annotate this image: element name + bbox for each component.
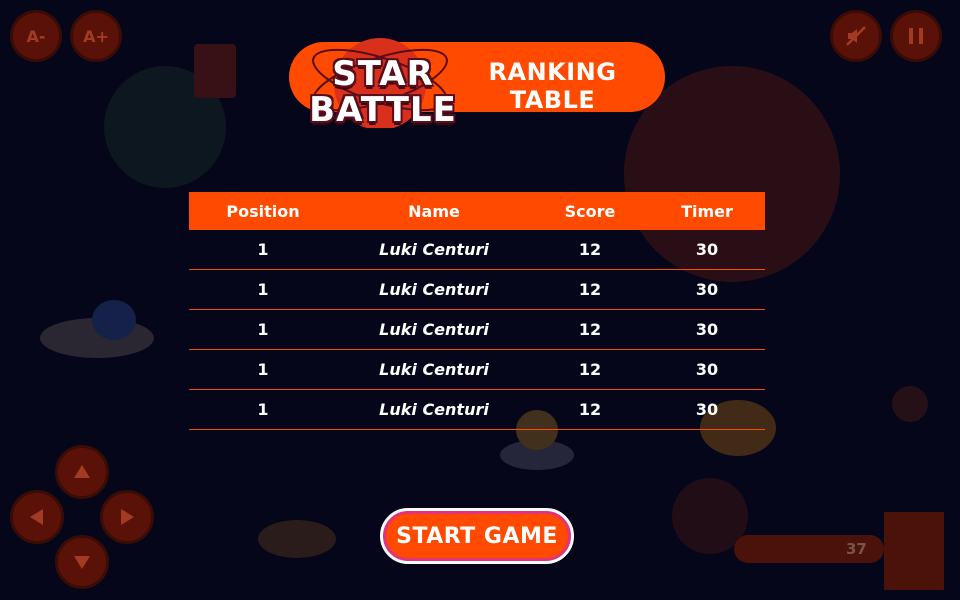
table-row: 1 Luki Centuri 12 30 bbox=[189, 390, 765, 430]
cell-score: 12 bbox=[578, 280, 602, 299]
dpad-down-button[interactable] bbox=[55, 535, 109, 589]
table-row: 1 Luki Centuri 12 30 bbox=[189, 350, 765, 390]
cell-name: Luki Centuri bbox=[379, 280, 489, 299]
font-increase-button[interactable]: A+ bbox=[70, 10, 122, 62]
planet-small bbox=[892, 386, 928, 422]
table-row: 1 Luki Centuri 12 30 bbox=[189, 230, 765, 270]
cell-name: Luki Centuri bbox=[379, 320, 489, 339]
cell-position: 1 bbox=[257, 280, 269, 299]
cell-timer: 30 bbox=[695, 360, 719, 379]
table-header: Position Name Score Timer bbox=[189, 192, 765, 230]
cell-timer: 30 bbox=[695, 240, 719, 259]
cell-timer: 30 bbox=[695, 280, 719, 299]
cell-score: 12 bbox=[578, 240, 602, 259]
logo-battle-text: BATTLE bbox=[309, 90, 457, 130]
column-header-timer: Timer bbox=[681, 201, 733, 221]
pause-button[interactable] bbox=[890, 10, 942, 62]
dpad-up-button[interactable] bbox=[55, 445, 109, 499]
cell-timer: 30 bbox=[695, 400, 719, 419]
logo-star-text: STAR bbox=[332, 54, 434, 94]
arrow-right-icon bbox=[121, 509, 134, 525]
crate-top bbox=[194, 44, 236, 98]
arrow-down-icon bbox=[74, 556, 90, 569]
arrow-left-icon bbox=[30, 509, 43, 525]
column-header-name: Name bbox=[408, 201, 460, 221]
cell-name: Luki Centuri bbox=[379, 240, 489, 259]
ufo-dome-left bbox=[92, 300, 136, 340]
cell-score: 12 bbox=[578, 320, 602, 339]
table-row: 1 Luki Centuri 12 30 bbox=[189, 270, 765, 310]
mute-icon bbox=[846, 26, 866, 46]
game-logo: STAR BATTLE bbox=[308, 24, 458, 130]
table-row: 1 Luki Centuri 12 30 bbox=[189, 310, 765, 350]
counter-value: 37 bbox=[846, 540, 867, 558]
dpad-left-button[interactable] bbox=[10, 490, 64, 544]
cell-position: 1 bbox=[257, 240, 269, 259]
page-title: RANKING TABLE bbox=[488, 58, 617, 114]
cell-score: 12 bbox=[578, 400, 602, 419]
cell-score: 12 bbox=[578, 360, 602, 379]
cell-position: 1 bbox=[257, 400, 269, 419]
pause-icon bbox=[909, 28, 923, 44]
hud-panel bbox=[884, 512, 944, 590]
cell-name: Luki Centuri bbox=[379, 360, 489, 379]
font-decrease-button[interactable]: A- bbox=[10, 10, 62, 62]
column-header-position: Position bbox=[226, 201, 300, 221]
cell-position: 1 bbox=[257, 320, 269, 339]
dpad-right-button[interactable] bbox=[100, 490, 154, 544]
arrow-up-icon bbox=[74, 465, 90, 478]
font-increase-icon: A+ bbox=[83, 26, 109, 46]
saturn-planet bbox=[258, 520, 336, 558]
cell-name: Luki Centuri bbox=[379, 400, 489, 419]
column-header-score: Score bbox=[564, 201, 616, 221]
font-decrease-icon: A- bbox=[26, 26, 46, 46]
cell-timer: 30 bbox=[695, 320, 719, 339]
cell-position: 1 bbox=[257, 360, 269, 379]
mute-button[interactable] bbox=[830, 10, 882, 62]
start-game-button[interactable]: START GAME bbox=[380, 508, 574, 564]
ranking-table: Position Name Score Timer 1 Luki Centuri… bbox=[189, 192, 765, 430]
